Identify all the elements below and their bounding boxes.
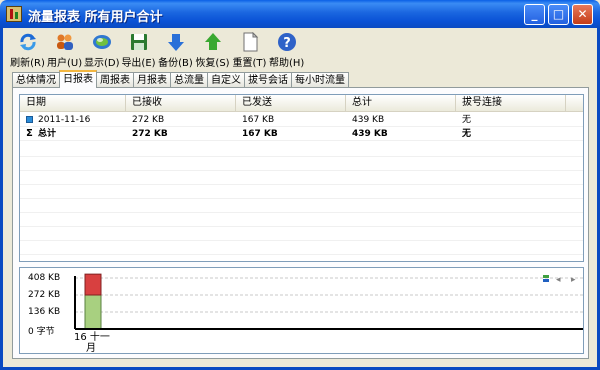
- bar-segment-0: [84, 294, 102, 330]
- minimize-button[interactable]: _: [524, 4, 545, 25]
- column-header-dialup[interactable]: 拔号连接: [456, 95, 566, 112]
- chart-prev-button[interactable]: ◂: [556, 275, 561, 285]
- window-frame-left: [0, 28, 3, 370]
- empty-row-line: [20, 226, 583, 227]
- tab-weekly-report[interactable]: 周报表: [96, 72, 134, 88]
- x-axis-label: 16 十一 月: [74, 332, 110, 354]
- maximize-button[interactable]: □: [548, 4, 569, 25]
- restore-label: 恢复(S): [195, 58, 230, 69]
- tab-custom[interactable]: 自定义: [207, 72, 245, 88]
- window-title: 流量报表 所有用户合计: [28, 10, 163, 25]
- empty-row-line: [20, 184, 583, 185]
- backup-arrow-icon: [167, 34, 184, 51]
- tab-overview[interactable]: 总体情况: [12, 72, 60, 88]
- cell-total-total: 439 KB: [352, 129, 388, 139]
- export-label: 导出(E): [121, 58, 156, 69]
- backup-button[interactable]: 备份(B): [158, 31, 193, 69]
- display-icon: [92, 35, 111, 49]
- day-row-icon: [26, 116, 33, 123]
- restore-button[interactable]: 恢复(S): [195, 31, 230, 69]
- tab-total-traffic[interactable]: 总流量: [170, 72, 208, 88]
- toolbar: 刷新(R) 用户(U) 显示(D) 导出(E) 备份(B) 恢复(S) 重置(T…: [10, 31, 304, 69]
- export-disk-icon: [130, 34, 147, 50]
- refresh-label: 刷新(R): [10, 58, 45, 69]
- date-value: 2011-11-16: [38, 115, 91, 125]
- reset-label: 重置(T): [232, 58, 267, 69]
- tab-dialup-sessions[interactable]: 拔号会话: [244, 72, 292, 88]
- empty-row-line: [20, 170, 583, 171]
- refresh-icon: [19, 33, 36, 51]
- table-row[interactable]: 2011-11-16 272 KB 167 KB 439 KB 无: [20, 113, 583, 127]
- help-label: 帮助(H): [269, 58, 305, 69]
- table-total-row[interactable]: Σ 总计 272 KB 167 KB 439 KB 无: [20, 127, 583, 141]
- traffic-chart: 408 KB 272 KB 136 KB 0 字节 16 十一 月 ◂ ▸: [19, 267, 584, 354]
- tab-page: 日期 已接收 已发送 总计 拔号连接 2011-11-16 272 KB 167…: [12, 87, 589, 359]
- bar-segment-1: [84, 273, 102, 296]
- cell-total-sent: 167 KB: [242, 129, 278, 139]
- display-button[interactable]: 显示(D): [84, 31, 120, 69]
- tab-daily-report[interactable]: 日报表: [59, 70, 97, 88]
- users-icon: [56, 34, 73, 50]
- cell-total: 439 KB: [352, 115, 385, 125]
- close-button[interactable]: ✕: [572, 4, 593, 25]
- column-header-date[interactable]: 日期: [20, 95, 126, 112]
- tab-hourly-traffic[interactable]: 每小时流量: [291, 72, 349, 88]
- restore-arrow-icon: [204, 33, 221, 50]
- empty-row-line: [20, 156, 583, 157]
- svg-text:?: ?: [283, 36, 291, 51]
- reset-page-icon: [243, 32, 258, 52]
- help-icon: ?: [277, 33, 296, 51]
- empty-row-line: [20, 198, 583, 199]
- traffic-table[interactable]: 日期 已接收 已发送 总计 拔号连接 2011-11-16 272 KB 167…: [19, 94, 584, 262]
- chart-next-button[interactable]: ▸: [571, 275, 576, 285]
- x-label-line: 月: [86, 343, 96, 354]
- reset-button[interactable]: 重置(T): [232, 31, 267, 69]
- users-label: 用户(U): [47, 58, 83, 69]
- column-header-sent[interactable]: 已发送: [236, 95, 346, 112]
- legend-icon[interactable]: [542, 274, 552, 284]
- empty-row-line: [20, 240, 583, 241]
- tab-monthly-report[interactable]: 月报表: [133, 72, 171, 88]
- app-chart-icon: [6, 6, 22, 22]
- empty-row-line: [20, 254, 583, 255]
- backup-label: 备份(B): [158, 58, 193, 69]
- cell-total-dialup: 无: [462, 129, 472, 139]
- cell-received: 272 KB: [132, 115, 165, 125]
- help-button[interactable]: ? 帮助(H): [269, 31, 305, 69]
- table-header: 日期 已接收 已发送 总计 拔号连接: [20, 95, 583, 112]
- empty-row-line: [20, 212, 583, 213]
- report-tabs: 总体情况 日报表 周报表 月报表 总流量 自定义 拔号会话 每小时流量: [12, 70, 349, 88]
- cell-total-label: Σ 总计: [20, 127, 126, 141]
- cell-date: 2011-11-16: [20, 113, 126, 127]
- column-header-received[interactable]: 已接收: [126, 95, 236, 112]
- refresh-button[interactable]: 刷新(R): [10, 31, 45, 69]
- total-label: 总计: [38, 129, 57, 139]
- x-label-line: 16 十一: [74, 332, 110, 343]
- title-bar[interactable]: 流量报表 所有用户合计 _ □ ✕: [0, 0, 600, 28]
- display-label: 显示(D): [84, 58, 120, 69]
- column-header-total[interactable]: 总计: [346, 95, 456, 112]
- cell-sent: 167 KB: [242, 115, 275, 125]
- cell-dialup: 无: [462, 115, 472, 125]
- cell-total-received: 272 KB: [132, 129, 168, 139]
- users-button[interactable]: 用户(U): [47, 31, 83, 69]
- sigma-icon: Σ: [26, 128, 33, 139]
- export-button[interactable]: 导出(E): [121, 31, 156, 69]
